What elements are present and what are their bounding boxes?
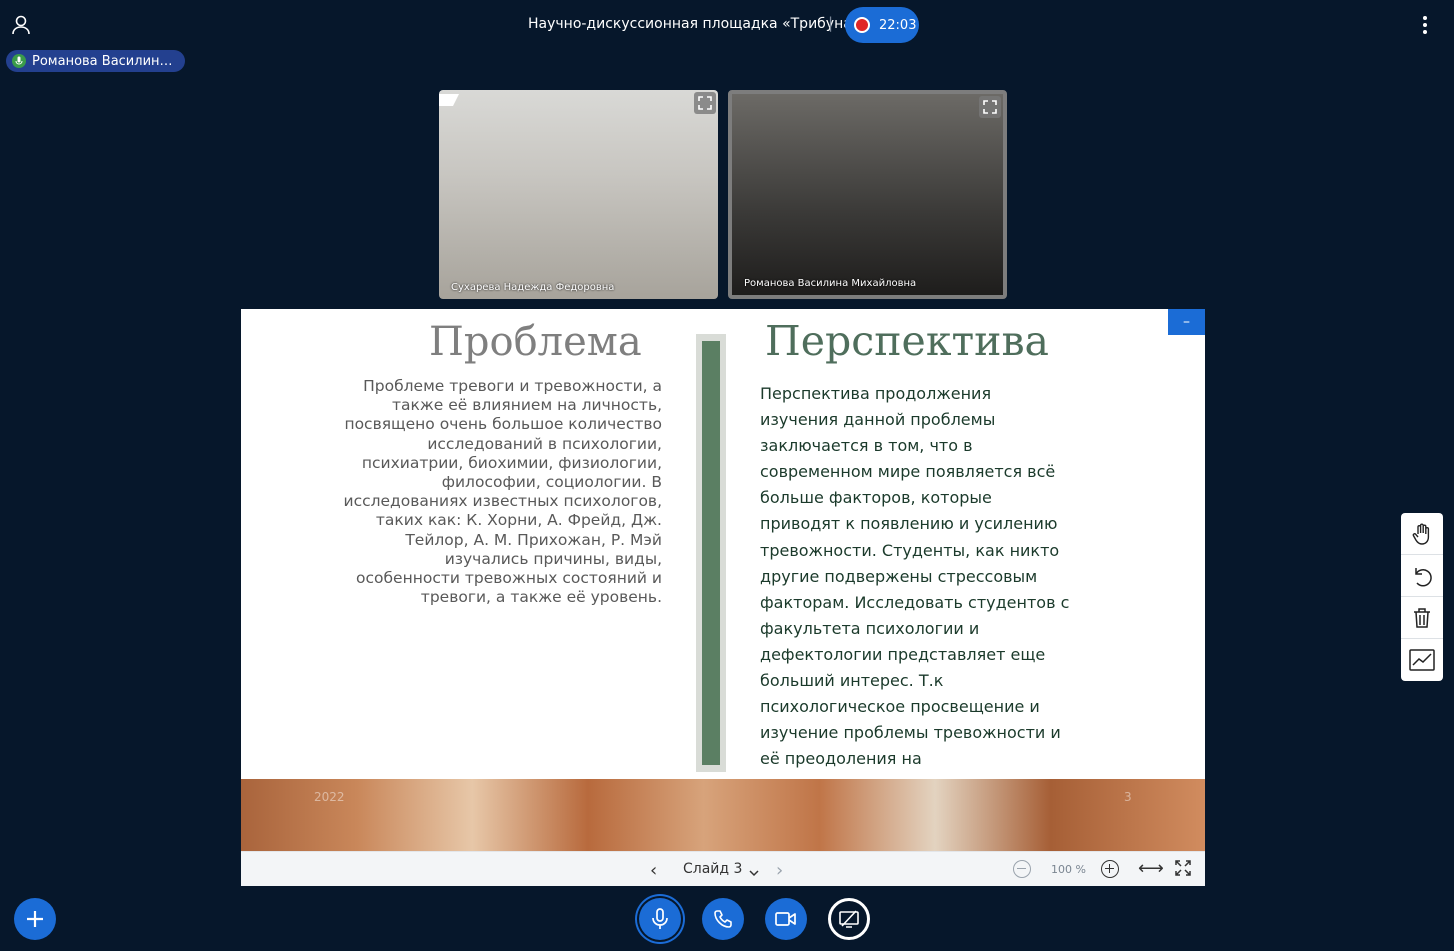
camera-icon[interactable] (765, 898, 807, 940)
hand-icon[interactable] (1401, 513, 1443, 555)
whiteboard-toolbar (1401, 513, 1443, 681)
slide-selector[interactable]: Слайд 3 (683, 861, 742, 877)
screen-share-off-icon[interactable] (828, 898, 870, 940)
record-icon (854, 17, 870, 33)
slide-text-right: Перспектива продолжения изучения данной … (760, 384, 1070, 769)
conference-title: Научно-дискуссионная площадка «Трибуна» (528, 16, 861, 32)
active-speaker-pill[interactable]: Романова Василин… (6, 50, 185, 72)
participant-name: Романова Василина Михайловна (744, 278, 917, 289)
slide-heading-right: Перспектива (765, 317, 1049, 365)
chart-icon[interactable] (1401, 639, 1443, 681)
expand-icon[interactable] (979, 96, 1001, 118)
slide-footer-image: 2022 3 (241, 779, 1205, 851)
user-icon[interactable] (10, 14, 32, 36)
slide-divider (696, 334, 726, 772)
minimize-presentation-button[interactable]: – (1168, 309, 1205, 335)
title-separator: | (828, 14, 834, 32)
participant-name: Сухарева Надежда Федоровна (451, 282, 615, 293)
trash-icon[interactable] (1401, 597, 1443, 639)
zoom-out-icon[interactable] (1013, 860, 1031, 878)
zoom-level: 100 % (1051, 863, 1086, 876)
zoom-in-icon[interactable] (1101, 860, 1119, 878)
slide-text-left: Проблеме тревоги и тревожности, а также … (343, 377, 663, 607)
recording-badge[interactable]: 22:03 (845, 7, 919, 43)
slide-navigation-bar: ‹ Слайд 3 › 100 % ⟷ (241, 851, 1205, 886)
more-vertical-icon[interactable] (1418, 14, 1432, 36)
next-slide-button[interactable]: › (776, 860, 783, 881)
fit-width-icon[interactable]: ⟷ (1138, 858, 1164, 879)
phone-icon[interactable] (702, 898, 744, 940)
previous-slide-button[interactable]: ‹ (650, 860, 657, 881)
expand-icon[interactable] (694, 92, 716, 114)
microphone-icon (12, 54, 26, 68)
video-tile[interactable]: Романова Василина Михайловна (728, 90, 1007, 299)
add-icon[interactable] (14, 898, 56, 940)
active-speaker-name: Романова Василин… (32, 53, 173, 69)
chevron-down-icon[interactable] (749, 863, 759, 877)
recording-time: 22:03 (879, 17, 917, 33)
fullscreen-icon[interactable] (1175, 860, 1191, 876)
video-tile[interactable]: Сухарева Надежда Федоровна (439, 90, 718, 299)
pin-flag-icon (439, 94, 459, 106)
slide-footer-number: 3 (1124, 790, 1132, 804)
microphone-icon[interactable] (639, 898, 681, 940)
presentation-area[interactable]: – Проблема Проблеме тревоги и тревожност… (241, 309, 1205, 886)
slide-heading-left: Проблема (429, 319, 642, 365)
slide-footer-year: 2022 (314, 790, 345, 804)
undo-icon[interactable] (1401, 555, 1443, 597)
